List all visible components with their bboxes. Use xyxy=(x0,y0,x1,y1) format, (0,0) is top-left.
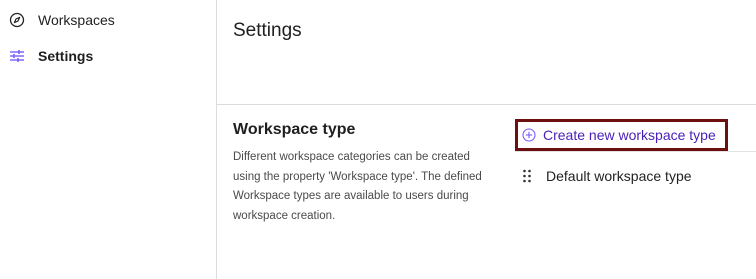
sidebar: Workspaces Settings xyxy=(0,0,217,279)
plus-circle-icon xyxy=(522,128,536,142)
sidebar-item-label: Workspaces xyxy=(38,12,115,28)
page-title: Settings xyxy=(233,20,302,41)
header-divider xyxy=(217,104,756,105)
create-workspace-type-button[interactable]: Create new workspace type xyxy=(515,119,728,151)
list-item-label: Default workspace type xyxy=(546,168,692,184)
sidebar-item-settings[interactable]: Settings xyxy=(9,44,93,68)
sidebar-item-label: Settings xyxy=(38,48,94,64)
sliders-icon xyxy=(9,48,25,64)
section-description: Different workspace categories can be cr… xyxy=(233,151,482,222)
create-button-label: Create new workspace type xyxy=(543,127,716,143)
list-item[interactable]: Default workspace type xyxy=(522,165,692,187)
section-title: Workspace type xyxy=(233,121,356,138)
app-root: Workspaces Settings Settings Workspace t… xyxy=(0,0,756,279)
drag-handle-icon[interactable] xyxy=(522,168,532,184)
list-divider xyxy=(515,151,756,152)
compass-icon xyxy=(9,12,25,28)
sidebar-item-workspaces[interactable]: Workspaces xyxy=(9,8,115,32)
main-content: Settings Workspace type Different worksp… xyxy=(217,0,756,279)
